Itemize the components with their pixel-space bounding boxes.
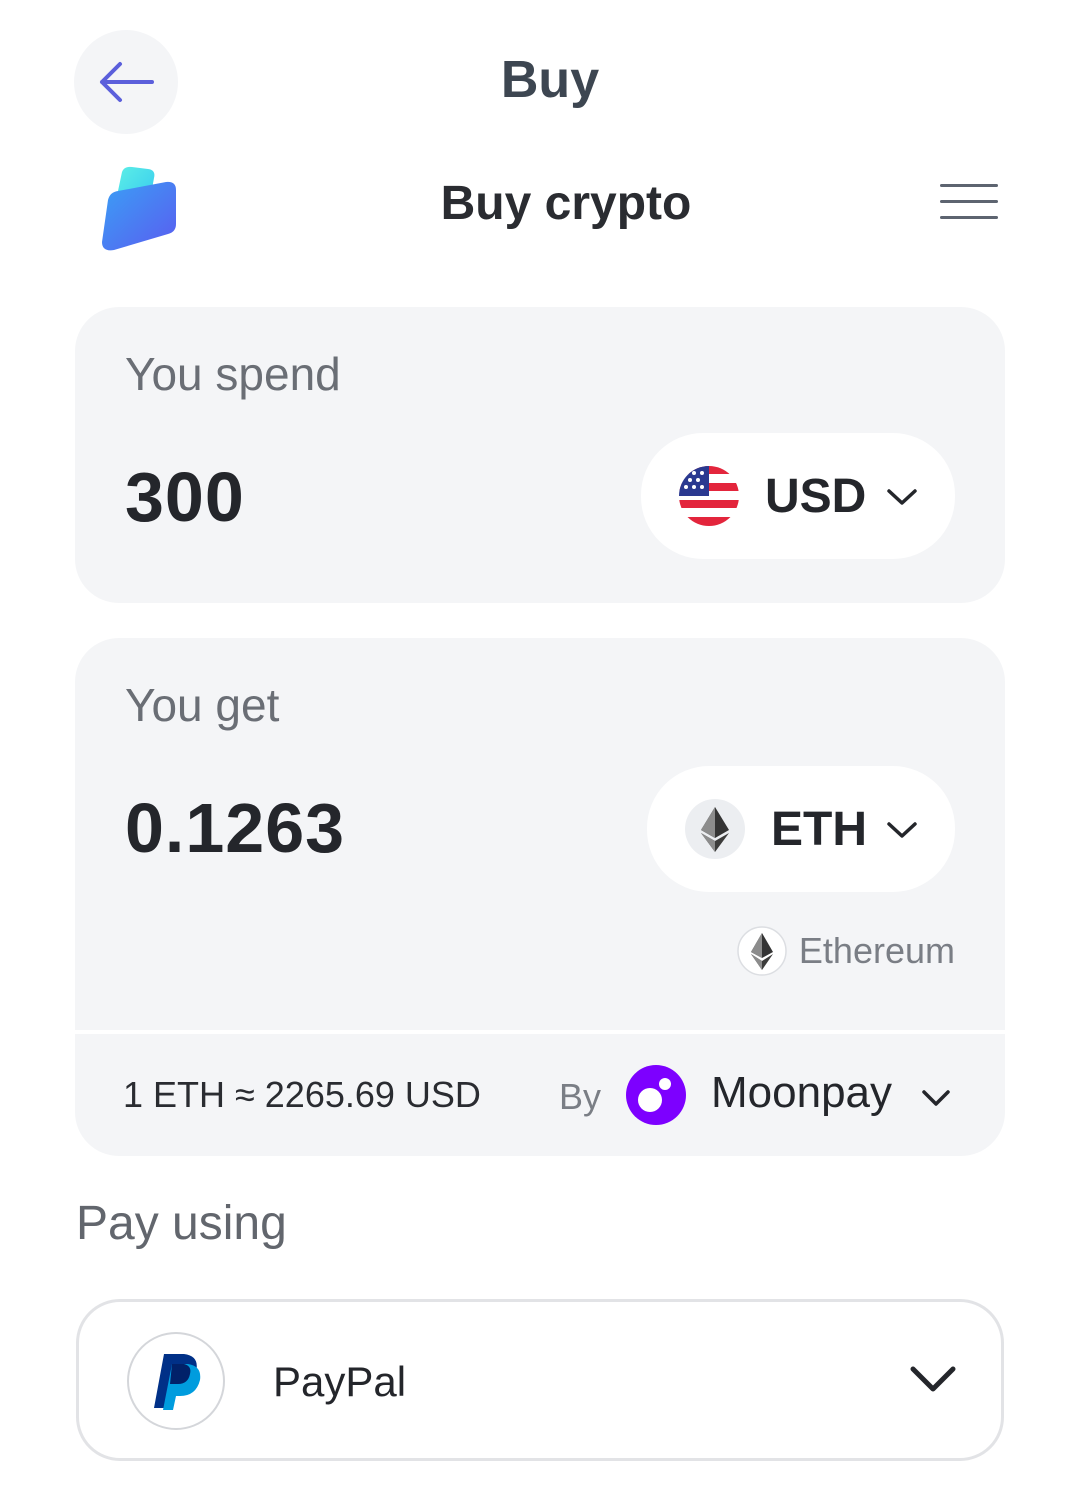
hamburger-menu-icon[interactable]	[936, 182, 1000, 222]
chevron-down-icon	[887, 822, 917, 838]
chevron-down-icon	[910, 1366, 956, 1392]
spend-amount-input[interactable]: 300	[125, 457, 245, 537]
ethereum-icon	[685, 799, 745, 859]
spend-label: You spend	[125, 348, 341, 400]
fiat-currency-code: USD	[765, 470, 867, 523]
by-label: By	[559, 1076, 602, 1117]
get-card: You get 0.1263 ETH Ethereum 1 ETH ≈ 2265…	[75, 638, 1005, 1156]
chevron-down-icon[interactable]	[921, 1088, 951, 1108]
us-flag-icon	[679, 466, 739, 526]
pay-using-label: Pay using	[76, 1197, 287, 1250]
get-amount-output: 0.1263	[125, 789, 346, 867]
crypto-currency-code: ETH	[771, 803, 867, 856]
get-label: You get	[125, 679, 280, 731]
spend-card: You spend 300 USD	[75, 307, 1005, 603]
widget-title: Buy crypto	[440, 177, 692, 230]
network-badge: Ethereum	[737, 926, 955, 976]
fiat-currency-selector[interactable]: USD	[641, 433, 955, 559]
provider-selector[interactable]: Moonpay	[711, 1068, 892, 1118]
payment-method-name: PayPal	[273, 1358, 407, 1405]
page-title: Buy	[500, 51, 600, 109]
exchange-rate: 1 ETH ≈ 2265.69 USD	[123, 1074, 481, 1115]
chevron-down-icon	[887, 489, 917, 505]
ethereum-icon	[737, 926, 787, 976]
rate-row: 1 ETH ≈ 2265.69 USD By Moonpay	[75, 1030, 1005, 1156]
moonpay-icon[interactable]	[625, 1064, 687, 1126]
payment-method-selector[interactable]: PayPal	[76, 1299, 1004, 1461]
network-label: Ethereum	[798, 930, 955, 971]
paypal-icon	[127, 1332, 225, 1430]
crypto-currency-selector[interactable]: ETH	[647, 766, 955, 892]
